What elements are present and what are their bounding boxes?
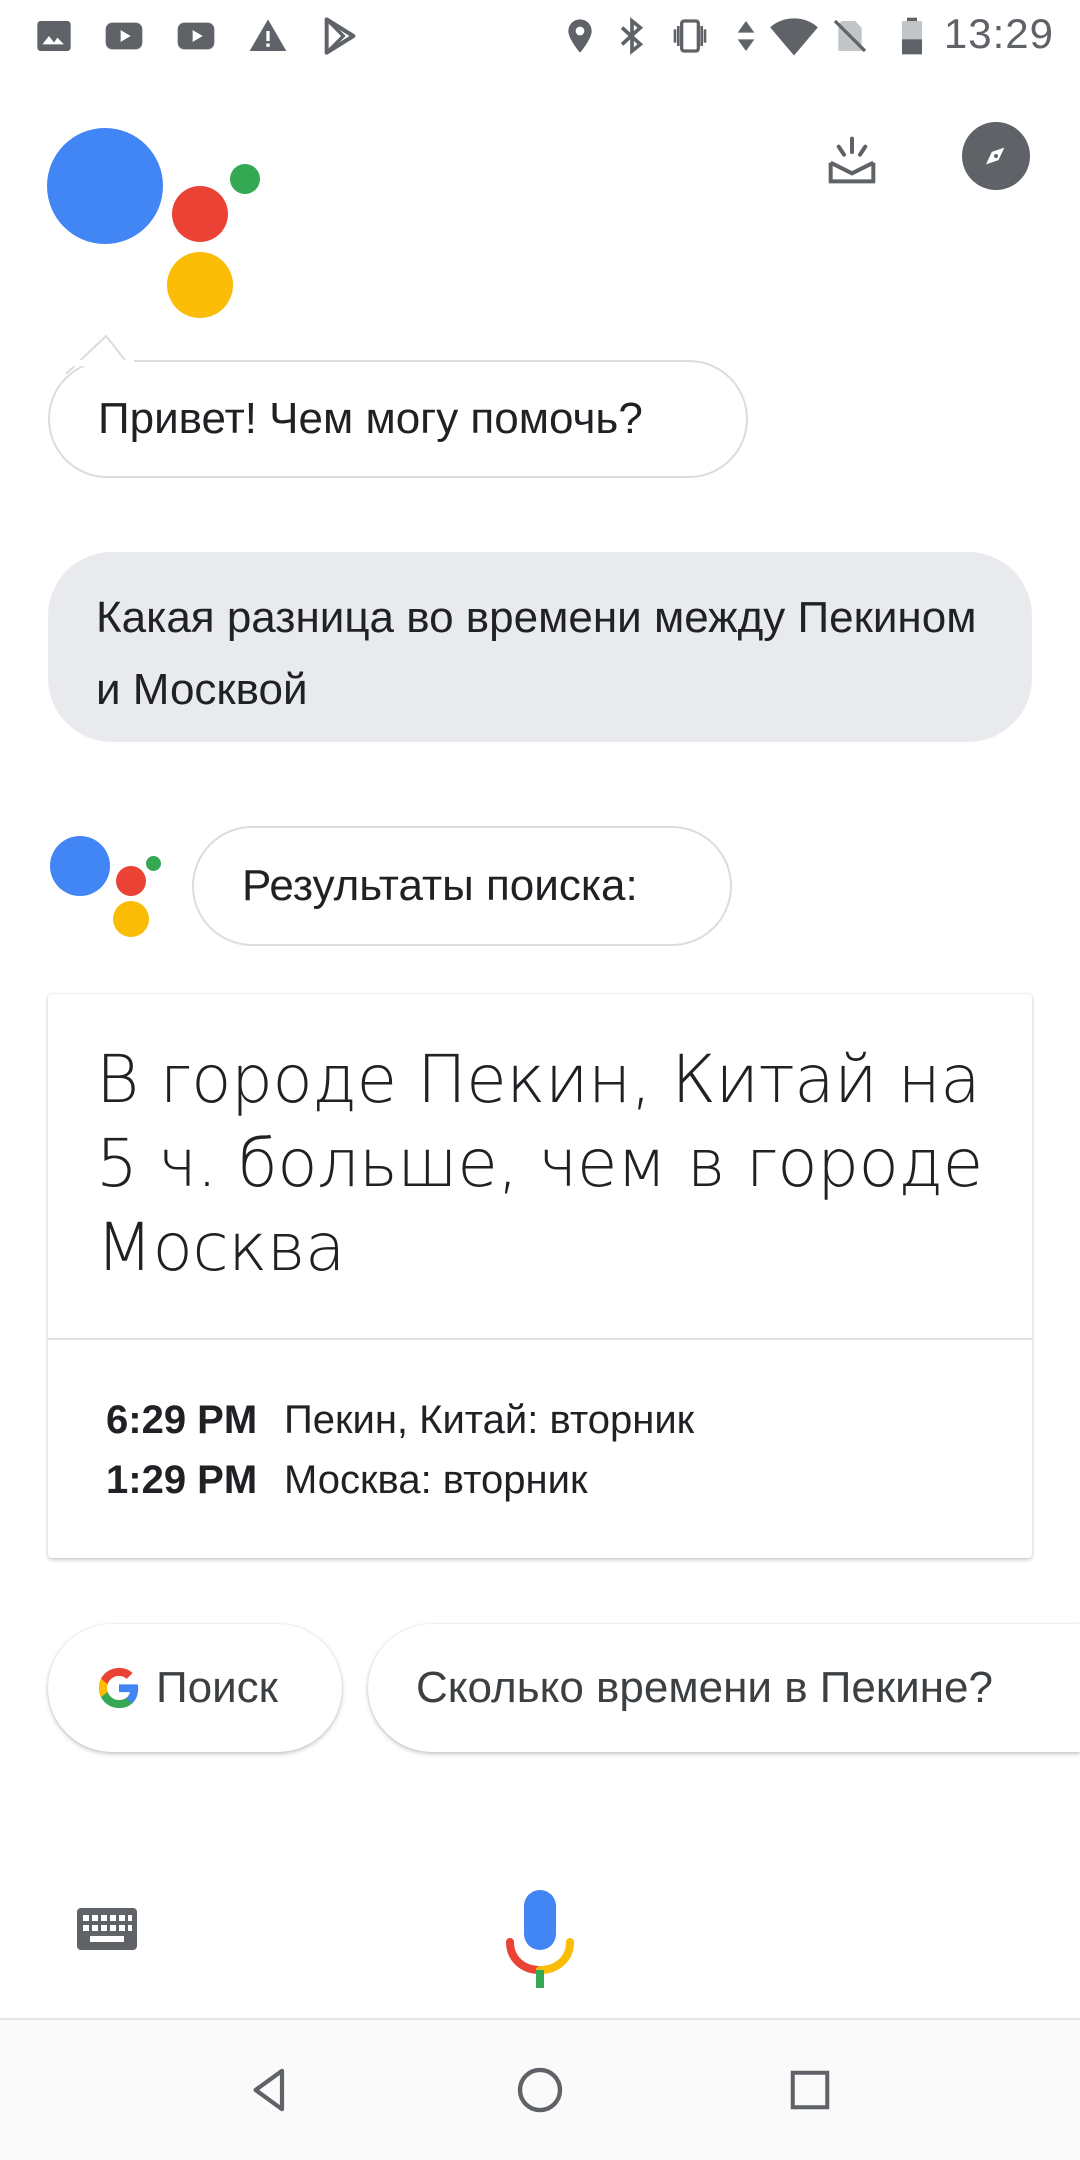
search-chip[interactable]: Поиск [48, 1624, 342, 1752]
greeting-bubble: Привет! Чем могу помочь? [48, 360, 748, 478]
location-icon [558, 14, 602, 58]
google-g-icon [98, 1667, 139, 1709]
user-query-text: Какая разница во времени между Пекином и… [96, 593, 977, 714]
time-difference-card[interactable]: В городе Пекин, Китай на 5 ч. больше, че… [48, 994, 1032, 1558]
navigation-bar [0, 2020, 1080, 2160]
play-store-icon [318, 14, 362, 58]
youtube-icon [102, 14, 146, 58]
updates-inbox-icon[interactable] [816, 124, 888, 196]
time-value: 6:29 PM [106, 1398, 258, 1442]
user-query-bubble: Какая разница во времени между Пекином и… [48, 552, 1032, 742]
assistant-small-logo [48, 834, 168, 940]
time-value: 1:29 PM [106, 1458, 258, 1502]
recents-nav-icon[interactable] [770, 2050, 850, 2130]
logo-red-dot [172, 186, 228, 242]
vibrate-icon [668, 14, 712, 58]
time-place: Пекин, Китай: вторник [284, 1398, 695, 1442]
search-chip-label: Поиск [156, 1663, 278, 1712]
time-place: Москва: вторник [284, 1458, 588, 1502]
wifi-icon [764, 14, 824, 58]
photo-icon [32, 14, 76, 58]
small-logo-blue-dot [50, 836, 110, 896]
bubble-tail-joint [70, 360, 134, 366]
logo-green-dot [230, 164, 260, 194]
microphone-icon[interactable] [506, 1886, 574, 1990]
warning-icon [246, 14, 290, 58]
status-time: 13:29 [943, 10, 1054, 57]
explore-compass-icon[interactable] [962, 122, 1030, 190]
card-divider [48, 1338, 1032, 1340]
greeting-text: Привет! Чем могу помочь? [98, 394, 643, 443]
logo-yellow-dot [167, 252, 233, 318]
time-row-beijing: 6:29 PM Пекин, Китай: вторник [106, 1392, 694, 1448]
results-label-text: Результаты поиска: [242, 861, 638, 910]
home-nav-icon[interactable] [500, 2050, 580, 2130]
suggestion-chip[interactable]: Сколько времени в Пекине? [368, 1624, 1080, 1752]
small-logo-green-dot [146, 856, 161, 871]
keyboard-icon[interactable] [76, 1906, 138, 1952]
results-label-bubble: Результаты поиска: [192, 826, 732, 946]
card-headline: В городе Пекин, Китай на 5 ч. больше, че… [96, 1041, 983, 1286]
time-row-moscow: 1:29 PM Москва: вторник [106, 1452, 587, 1508]
bluetooth-icon [610, 14, 654, 58]
data-arrows-icon [724, 14, 768, 58]
small-logo-red-dot [116, 866, 146, 896]
suggestion-chip-label: Сколько времени в Пекине? [416, 1663, 993, 1712]
small-logo-yellow-dot [113, 901, 149, 937]
battery-icon [890, 14, 934, 58]
logo-blue-dot [47, 128, 163, 244]
status-bar: 13:29 [0, 0, 1080, 72]
back-nav-icon[interactable] [230, 2050, 310, 2130]
youtube-icon [174, 14, 218, 58]
no-sim-icon [828, 14, 872, 58]
assistant-logo [44, 124, 274, 324]
